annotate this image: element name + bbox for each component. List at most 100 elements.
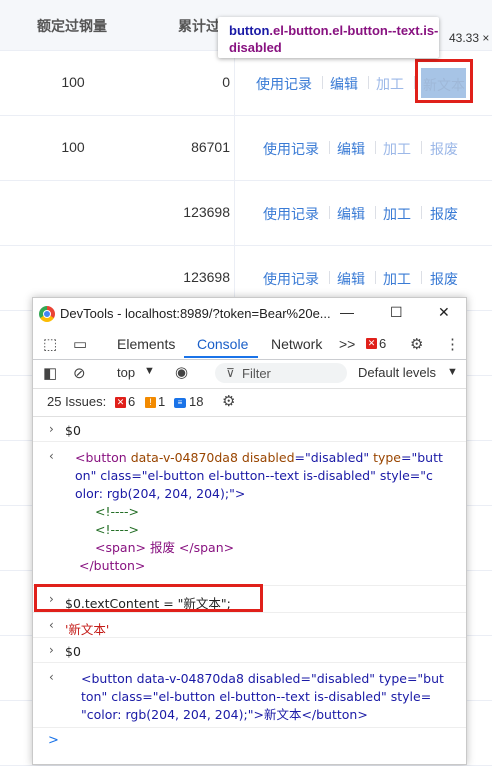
cell-cumulative: 86701: [191, 139, 230, 155]
element-line-2: ton" class="el-button el-button--text is…: [81, 689, 432, 704]
divider: [368, 76, 369, 89]
header-cumulative-throughput: 累计过: [178, 18, 220, 34]
operations-cell: 使用记录 编辑 加工 报废: [234, 116, 492, 180]
issues-label[interactable]: 25 Issues:: [47, 394, 106, 409]
issues-bar: 25 Issues: ✕ 6 ! 1 ≡ 18 ⚙: [33, 389, 466, 417]
sidebar-toggle-icon[interactable]: ◧: [43, 364, 57, 382]
output-chevron-icon: ‹: [49, 670, 54, 684]
operations-cell: 使用记录 编辑 加工 报废: [234, 181, 492, 245]
cell-cumulative: 0: [222, 74, 230, 90]
tab-elements[interactable]: Elements: [117, 336, 175, 352]
devtools-titlebar: DevTools - localhost:8989/?token=Bear%20…: [33, 298, 466, 329]
usage-record-link[interactable]: 使用记录: [263, 139, 319, 159]
span-node: <span> 报废 </span>: [95, 540, 235, 555]
issues-error-icon: ✕: [115, 397, 126, 408]
table-row: 123698 使用记录 编辑 加工 报废: [0, 181, 492, 246]
process-link[interactable]: 加工: [383, 139, 411, 159]
devtools-window: DevTools - localhost:8989/?token=Bear%20…: [32, 297, 467, 765]
console-input-line: › $0: [33, 638, 466, 663]
console-prompt[interactable]: >: [48, 733, 59, 748]
comment-node: <!---->: [95, 504, 140, 519]
tooltip-size: 43.33 ×: [449, 31, 490, 45]
tooltip-tag: button: [229, 23, 270, 38]
more-tabs-icon[interactable]: >>: [339, 336, 355, 352]
annotation-box: [415, 59, 473, 103]
element-line-1: <button data-v-04870da8 disabled="disabl…: [81, 671, 444, 686]
usage-record-link[interactable]: 使用记录: [263, 204, 319, 224]
maximize-icon[interactable]: ☐: [390, 304, 403, 321]
element-line-3: "color: rgb(204, 204, 204);">新文本</button…: [81, 707, 368, 722]
settings-icon[interactable]: ⚙: [222, 392, 235, 410]
console-output-line: ‹ <button data-v-04870da8 disabled="disa…: [33, 663, 466, 728]
devtools-tabs-bar: ⬚ ▭ Elements Console Network >> ✕ 6 ⚙ ⋮: [33, 329, 466, 360]
element-output[interactable]: <button data-v-04870da8 disabled="disabl…: [75, 449, 460, 575]
divider: [421, 206, 422, 219]
cell-rated: 100: [61, 74, 85, 90]
issues-warning-count[interactable]: 1: [158, 394, 165, 409]
input-chevron-icon: ›: [49, 643, 54, 657]
process-link[interactable]: 加工: [376, 74, 404, 94]
tooltip-selector: button.el-button.el-button--text.is-disa…: [229, 22, 439, 56]
issues-info-icon: ≡: [174, 398, 186, 408]
eye-icon[interactable]: ◉: [175, 363, 188, 381]
edit-link[interactable]: 编辑: [337, 139, 365, 159]
annotation-box: [34, 584, 263, 612]
log-levels-select[interactable]: Default levels: [358, 365, 436, 380]
divider: [421, 271, 422, 284]
process-link[interactable]: 加工: [383, 204, 411, 224]
chevron-down-icon[interactable]: ▼: [447, 366, 458, 378]
attr-scope: data-v-04870da8: [130, 450, 242, 465]
process-link[interactable]: 加工: [383, 269, 411, 289]
table-row: 100 86701 使用记录 编辑 加工 报废: [0, 116, 492, 181]
divider: [329, 271, 330, 284]
scrap-link[interactable]: 报废: [430, 269, 458, 289]
filter-input[interactable]: ⊽ Filter: [215, 363, 347, 383]
usage-record-link[interactable]: 使用记录: [263, 269, 319, 289]
attr-disabled: disabled: [241, 450, 295, 465]
element-output[interactable]: <button data-v-04870da8 disabled="disabl…: [81, 670, 461, 724]
divider: [375, 271, 376, 284]
attr-type: type: [373, 450, 402, 465]
divider: [322, 76, 323, 89]
tab-network[interactable]: Network: [271, 336, 322, 352]
output-chevron-icon: ‹: [49, 449, 54, 463]
console-input-line: › $0: [33, 417, 466, 442]
tab-console[interactable]: Console: [197, 336, 248, 352]
issues-error-count[interactable]: 6: [128, 394, 135, 409]
divider: [375, 141, 376, 154]
edit-link[interactable]: 编辑: [330, 74, 358, 94]
issues-warning-icon: !: [145, 397, 156, 408]
edit-link[interactable]: 编辑: [337, 204, 365, 224]
filter-icon: ⊽: [226, 366, 235, 380]
result-string: '新文本': [65, 622, 110, 637]
more-options-icon[interactable]: ⋮: [445, 335, 460, 353]
usage-record-link[interactable]: 使用记录: [256, 74, 312, 94]
settings-icon[interactable]: ⚙: [410, 335, 423, 353]
clear-console-icon[interactable]: ⊘: [73, 364, 86, 382]
inspect-tooltip: button.el-button.el-button--text.is-disa…: [218, 17, 439, 58]
val-disabled: ="disabled": [294, 450, 374, 465]
cell-rated: 100: [61, 139, 85, 155]
console-toolbar: ◧ ⊘ top ▼ ◉ ⊽ Filter Default levels ▼: [33, 360, 466, 389]
scrap-link[interactable]: 报废: [430, 139, 458, 159]
inspect-element-icon[interactable]: ⬚: [43, 335, 57, 353]
divider: [329, 206, 330, 219]
chevron-down-icon[interactable]: ▼: [144, 365, 155, 377]
close-icon[interactable]: ✕: [438, 304, 450, 321]
input-chevron-icon: ›: [49, 422, 54, 436]
edit-link[interactable]: 编辑: [337, 269, 365, 289]
device-toolbar-icon[interactable]: ▭: [73, 335, 87, 353]
minimize-icon[interactable]: —: [340, 304, 354, 320]
error-count[interactable]: 6: [379, 336, 386, 351]
active-tab-indicator: [184, 356, 258, 358]
header-rated-throughput: 额定过钢量: [37, 18, 107, 34]
issues-info-count[interactable]: 18: [189, 394, 203, 409]
context-select[interactable]: top: [117, 365, 135, 380]
element-line-3: olor: rgb(204, 204, 204);">: [75, 486, 246, 501]
divider: [375, 206, 376, 219]
val-type: ="butt: [401, 450, 443, 465]
scrap-link[interactable]: 报废: [430, 204, 458, 224]
console-output-line: ‹ '新文本': [33, 613, 466, 638]
tag-open: <button: [75, 450, 131, 465]
error-icon[interactable]: ✕: [366, 338, 377, 349]
